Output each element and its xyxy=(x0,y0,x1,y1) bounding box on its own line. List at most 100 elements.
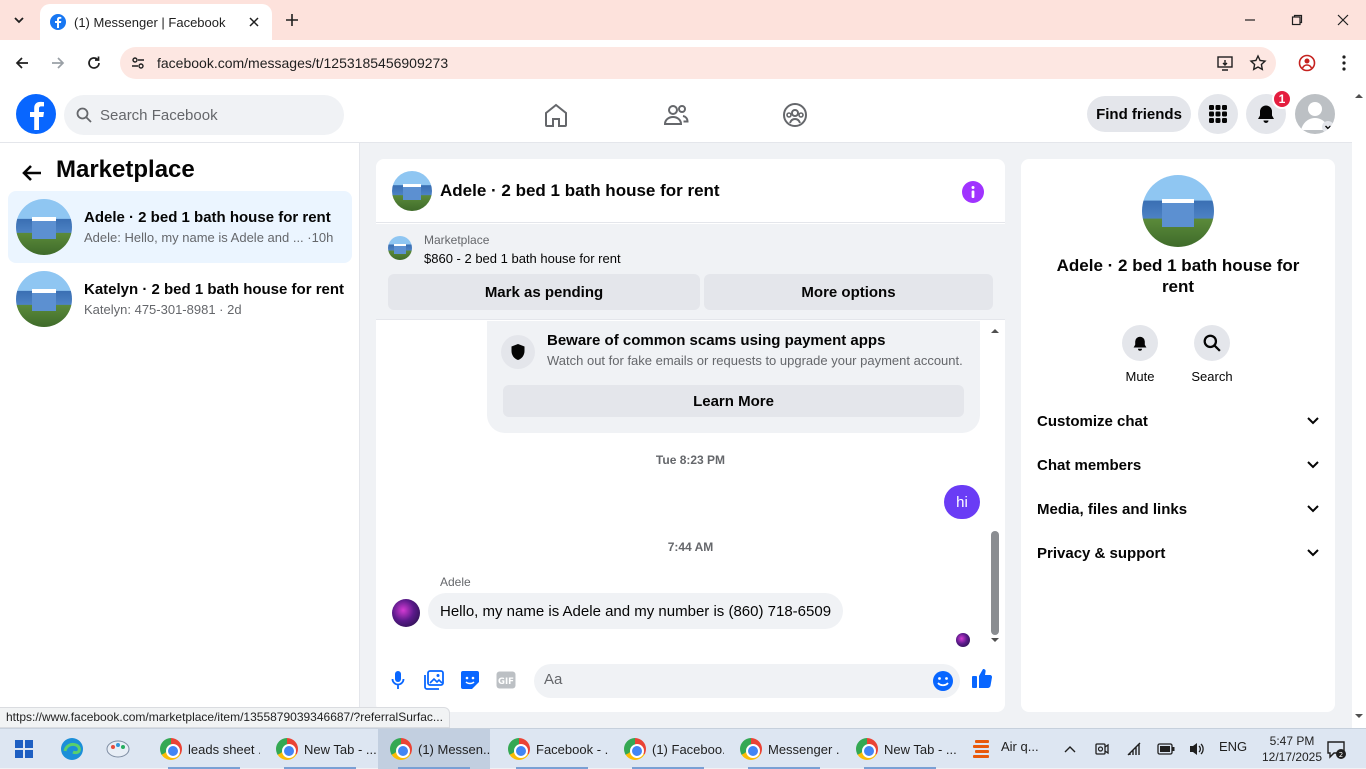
link-preview-status: https://www.facebook.com/marketplace/ite… xyxy=(0,707,450,728)
chat-thumbnail[interactable] xyxy=(392,170,432,211)
url-text: facebook.com/messages/t/1253185456909273 xyxy=(157,55,449,71)
taskbar-chrome-window[interactable]: leads sheet ... xyxy=(148,729,260,769)
chat-header: Adele · 2 bed 1 bath house for rent xyxy=(376,159,1005,223)
chrome-icon xyxy=(508,738,530,760)
conversation-title: Katelyn · 2 bed 1 bath house for rent xyxy=(84,281,345,298)
back-arrow-icon[interactable] xyxy=(12,53,32,73)
notification-center-icon[interactable]: 2 xyxy=(1324,737,1348,761)
message-input[interactable] xyxy=(544,671,914,688)
search-input[interactable] xyxy=(100,106,320,124)
restore-icon[interactable] xyxy=(1287,10,1307,30)
language-indicator[interactable]: ENG xyxy=(1219,739,1247,754)
paint-app-icon[interactable] xyxy=(106,737,130,761)
emoji-icon[interactable] xyxy=(932,670,954,692)
chat-members-row[interactable]: Chat members xyxy=(1029,443,1327,487)
groups-icon[interactable] xyxy=(780,100,810,130)
conversation-item[interactable]: Adele · 2 bed 1 bath house for rent Adel… xyxy=(8,191,352,263)
friends-icon[interactable] xyxy=(661,100,691,130)
account-avatar[interactable] xyxy=(1295,94,1335,134)
customize-chat-row[interactable]: Customize chat xyxy=(1029,399,1327,443)
more-options-button[interactable]: More options xyxy=(704,274,993,310)
incoming-message[interactable]: Hello, my name is Adele and my number is… xyxy=(428,593,844,629)
home-icon[interactable] xyxy=(541,100,571,130)
timestamp: 7:44 AM xyxy=(667,540,714,554)
listing-thumbnail[interactable] xyxy=(388,236,412,260)
photo-icon[interactable] xyxy=(423,669,445,691)
taskbar-chrome-window[interactable]: Messenger ... xyxy=(728,729,840,769)
chevron-down-icon xyxy=(1307,505,1319,513)
search-icon xyxy=(1194,325,1230,361)
listing-thumbnail xyxy=(16,199,72,255)
outgoing-message[interactable]: hi xyxy=(944,485,980,519)
conversation-preview: Katelyn: 475-301-8981 · 2d xyxy=(84,302,242,317)
facebook-search-box[interactable] xyxy=(64,95,344,135)
search-icon xyxy=(76,107,92,123)
tab-close-icon[interactable] xyxy=(246,14,262,30)
tab-search-chevron-icon[interactable] xyxy=(8,9,30,31)
edge-browser-icon[interactable] xyxy=(60,737,84,761)
mark-as-pending-button[interactable]: Mark as pending xyxy=(388,274,700,310)
wifi-icon[interactable] xyxy=(1122,737,1146,761)
weather-label[interactable]: Air q... xyxy=(1001,739,1039,754)
facebook-logo-icon[interactable] xyxy=(16,94,56,134)
profile-icon[interactable] xyxy=(1297,53,1317,73)
thumbs-up-icon[interactable] xyxy=(971,667,993,689)
menu-grid-icon[interactable] xyxy=(1198,94,1238,134)
volume-icon[interactable] xyxy=(1185,737,1209,761)
window-close-icon[interactable] xyxy=(1333,10,1353,30)
mute-action[interactable]: Mute xyxy=(1110,325,1170,384)
message-input-box[interactable] xyxy=(534,664,960,698)
chevron-up-icon[interactable] xyxy=(1058,737,1082,761)
taskbar-chrome-window[interactable]: New Tab - ... xyxy=(264,729,376,769)
tab-title: (1) Messenger | Facebook xyxy=(74,14,226,30)
browser-tab-active[interactable]: (1) Messenger | Facebook xyxy=(40,4,272,40)
back-arrow-icon[interactable] xyxy=(20,161,44,185)
conversation-title: Adele · 2 bed 1 bath house for rent xyxy=(84,209,331,226)
taskbar-chrome-window[interactable]: New Tab - ... xyxy=(844,729,956,769)
meet-now-icon[interactable] xyxy=(1090,737,1114,761)
scam-warning-title: Beware of common scams using payment app… xyxy=(547,332,886,349)
mute-label: Mute xyxy=(1125,369,1155,384)
forward-arrow-icon[interactable] xyxy=(48,53,68,73)
scrollbar-thumb[interactable] xyxy=(991,531,999,635)
taskbar-item-label: (1) Messen... xyxy=(418,741,490,757)
search-label: Search xyxy=(1191,369,1233,384)
search-action[interactable]: Search xyxy=(1182,325,1242,384)
find-friends-button[interactable]: Find friends xyxy=(1087,96,1191,132)
timestamp: Tue 8:23 PM xyxy=(655,453,726,467)
minimize-icon[interactable] xyxy=(1240,10,1260,30)
battery-icon[interactable] xyxy=(1154,737,1178,761)
site-info-icon[interactable] xyxy=(128,53,148,73)
messages-scrollbar[interactable] xyxy=(988,321,1002,651)
taskbar-chrome-window[interactable]: (1) Messen... xyxy=(378,729,490,769)
microphone-icon[interactable] xyxy=(387,669,409,691)
gif-icon[interactable]: GIF xyxy=(495,669,517,691)
new-tab-plus-icon[interactable] xyxy=(282,10,302,30)
scam-warning-card: Beware of common scams using payment app… xyxy=(487,321,980,433)
listing-title[interactable]: $860 - 2 bed 1 bath house for rent xyxy=(424,251,621,266)
conversation-item[interactable]: Katelyn · 2 bed 1 bath house for rent Ka… xyxy=(8,263,352,335)
bookmark-star-icon[interactable] xyxy=(1248,53,1268,73)
sender-avatar[interactable] xyxy=(392,599,420,627)
windows-taskbar: leads sheet ... New Tab - ... (1) Messen… xyxy=(0,728,1366,769)
page-scrollbar[interactable] xyxy=(1352,86,1366,728)
media-files-links-row[interactable]: Media, files and links xyxy=(1029,487,1327,531)
message-list: Beware of common scams using payment app… xyxy=(376,321,1005,651)
chrome-icon xyxy=(276,738,298,760)
learn-more-button[interactable]: Learn More xyxy=(503,385,964,417)
svg-text:GIF: GIF xyxy=(498,677,514,687)
taskbar-chrome-window[interactable]: Facebook - ... xyxy=(496,729,608,769)
clock[interactable]: 5:47 PM 12/17/2025 xyxy=(1260,733,1324,765)
browser-menu-icon[interactable] xyxy=(1334,53,1354,73)
address-bar[interactable]: facebook.com/messages/t/1253185456909273 xyxy=(120,47,1276,79)
privacy-support-row[interactable]: Privacy & support xyxy=(1029,531,1327,575)
weather-icon[interactable] xyxy=(970,737,994,761)
windows-start-icon[interactable] xyxy=(12,737,36,761)
install-app-icon[interactable] xyxy=(1215,53,1235,73)
reload-icon[interactable] xyxy=(84,53,104,73)
chat-title[interactable]: Adele · 2 bed 1 bath house for rent xyxy=(440,181,720,201)
info-icon[interactable] xyxy=(962,181,984,203)
listing-photo[interactable] xyxy=(1142,175,1214,247)
sticker-icon[interactable] xyxy=(459,669,481,691)
taskbar-chrome-window[interactable]: (1) Faceboo... xyxy=(612,729,724,769)
